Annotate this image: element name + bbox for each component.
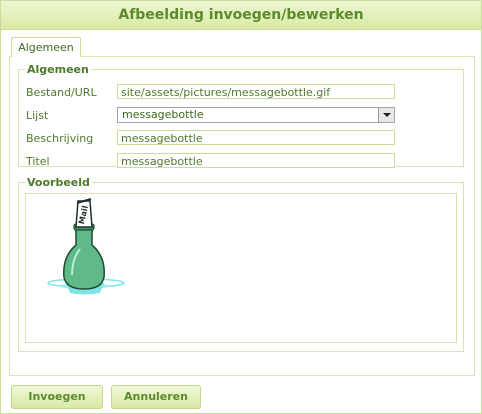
list-label: Lijst xyxy=(26,109,49,122)
cancel-button[interactable]: Annuleren xyxy=(111,385,201,409)
dialog-title: Afbeelding invoegen/bewerken xyxy=(1,1,481,30)
preview-area: Mail xyxy=(25,193,457,343)
message-bottle-image: Mail xyxy=(47,198,125,295)
general-fieldset: Algemeen Bestand/URL site/assets/picture… xyxy=(18,63,464,168)
description-input[interactable]: messagebottle xyxy=(117,130,395,145)
description-label: Beschrijving xyxy=(26,132,94,145)
insert-button[interactable]: Invoegen xyxy=(11,385,103,409)
url-label: Bestand/URL xyxy=(26,86,97,99)
preview-legend: Voorbeeld xyxy=(25,176,92,189)
title-input[interactable]: messagebottle xyxy=(117,153,395,168)
preview-fieldset: Voorbeeld Mail xyxy=(18,176,464,352)
general-legend: Algemeen xyxy=(25,63,91,76)
url-input[interactable]: site/assets/pictures/messagebottle.gif xyxy=(117,84,395,99)
tab-algemeen[interactable]: Algemeen xyxy=(11,37,81,57)
bottle-body xyxy=(63,226,105,290)
image-dialog: Afbeelding invoegen/bewerken Algemeen Al… xyxy=(0,0,482,414)
list-select-value: messagebottle xyxy=(122,108,204,121)
list-select[interactable]: messagebottle xyxy=(117,107,395,123)
title-label: Titel xyxy=(26,155,50,168)
chevron-down-icon[interactable] xyxy=(378,108,394,122)
tab-panel: Algemeen Bestand/URL site/assets/picture… xyxy=(9,56,475,376)
